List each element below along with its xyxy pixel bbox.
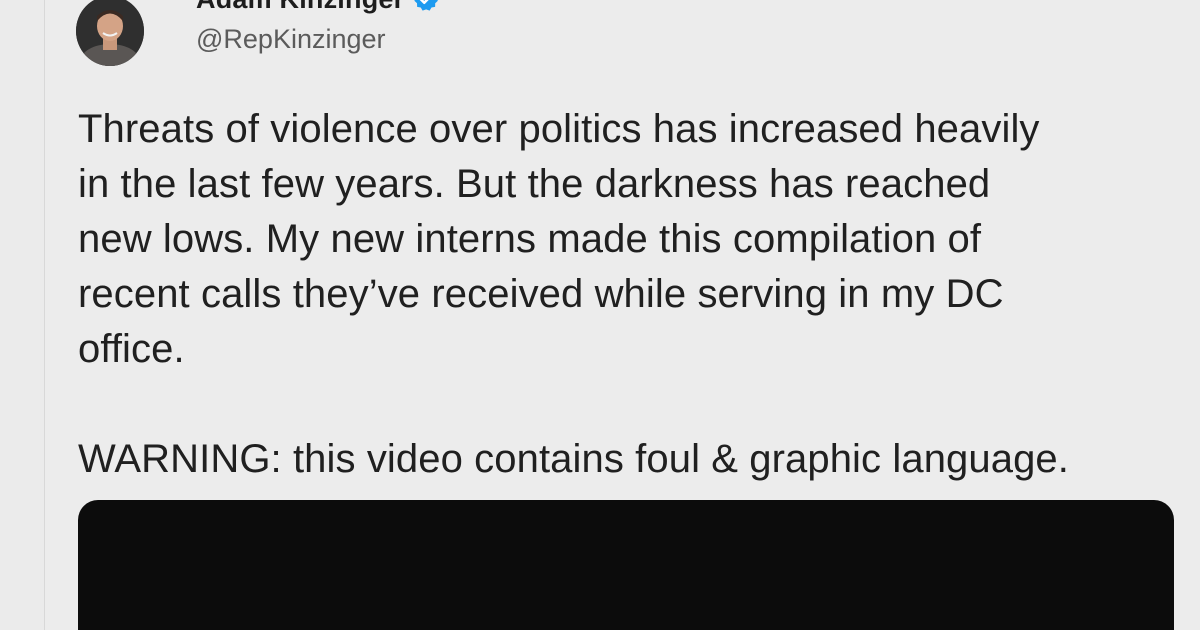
author-handle[interactable]: @RepKinzinger <box>196 24 386 55</box>
video-player[interactable] <box>78 500 1174 630</box>
more-options-icon[interactable] <box>1140 0 1200 6</box>
author-name-row[interactable]: Adam Kinzinger <box>196 0 440 14</box>
tweet-text: Threats of violence over politics has in… <box>78 107 1069 481</box>
display-name[interactable]: Adam Kinzinger <box>196 0 404 15</box>
verified-badge-icon <box>412 0 440 13</box>
tweet-screenshot: Adam Kinzinger @RepKinzinger Threats of … <box>0 0 1200 630</box>
